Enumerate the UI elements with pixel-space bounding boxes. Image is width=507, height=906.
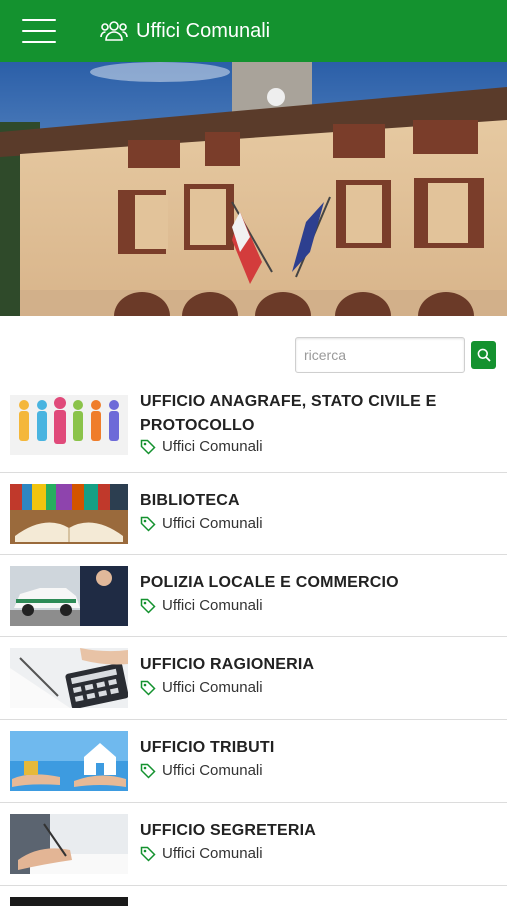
- item-title: UFFICIO TRIBUTI: [140, 739, 275, 756]
- calculator-image: [10, 648, 128, 708]
- tag-icon: [140, 516, 156, 532]
- people-figures-image: [10, 395, 128, 455]
- item-category: Uffici Comunali: [140, 438, 263, 455]
- item-title: POLIZIA LOCALE E COMMERCIO: [140, 574, 399, 591]
- item-title: UFFICIO RAGIONERIA: [140, 656, 315, 673]
- item-category: Uffici Comunali: [140, 845, 263, 862]
- tag-icon: [140, 439, 156, 455]
- police-car-image: [10, 566, 128, 626]
- item-title: UFFICIO ANAGRAFE, STATO CIVILE E PROTOCO…: [140, 393, 437, 434]
- item-category-label: Uffici Comunali: [162, 438, 263, 455]
- search-bar: [295, 337, 496, 373]
- item-category: Uffici Comunali: [140, 597, 263, 614]
- page-title: Uffici Comunali: [136, 19, 271, 42]
- open-book-image: [10, 484, 128, 544]
- list-item[interactable]: UFFICIO TRIBUTI Uffici Comunali: [0, 720, 507, 803]
- search-input[interactable]: [295, 337, 465, 373]
- tag-icon: [140, 846, 156, 862]
- list-item[interactable]: BIBLIOTECA Uffici Comunali: [0, 473, 507, 555]
- town-hall-hero-image: [0, 62, 507, 316]
- list-item[interactable]: UFFICIO ANAGRAFE, STATO CIVILE E PROTOCO…: [0, 390, 507, 473]
- item-category-label: Uffici Comunali: [162, 515, 263, 532]
- item-category: Uffici Comunali: [140, 679, 263, 696]
- item-category-label: Uffici Comunali: [162, 597, 263, 614]
- tag-icon: [140, 598, 156, 614]
- partial-thumbnail-image: [10, 897, 128, 906]
- people-group-icon: [100, 21, 128, 41]
- item-title: BIBLIOTECA: [140, 492, 240, 509]
- item-category-label: Uffici Comunali: [162, 762, 263, 779]
- tag-icon: [140, 680, 156, 696]
- list-item[interactable]: POLIZIA LOCALE E COMMERCIO Uffici Comuna…: [0, 555, 507, 637]
- search-button[interactable]: [471, 341, 496, 369]
- item-title: UFFICIO SEGRETERIA: [140, 822, 317, 839]
- hamburger-menu-icon[interactable]: [22, 19, 56, 43]
- tag-icon: [140, 763, 156, 779]
- item-category-label: Uffici Comunali: [162, 679, 263, 696]
- house-coins-image: [10, 731, 128, 791]
- app-bar: Uffici Comunali: [0, 0, 507, 62]
- list-item[interactable]: UFFICIO RAGIONERIA Uffici Comunali: [0, 637, 507, 720]
- item-category-label: Uffici Comunali: [162, 845, 263, 862]
- item-category: Uffici Comunali: [140, 515, 263, 532]
- list-item[interactable]: [0, 886, 507, 906]
- list-item[interactable]: UFFICIO SEGRETERIA Uffici Comunali: [0, 803, 507, 886]
- office-list: UFFICIO ANAGRAFE, STATO CIVILE E PROTOCO…: [0, 390, 507, 906]
- search-icon: [477, 348, 491, 362]
- item-category: Uffici Comunali: [140, 762, 263, 779]
- writing-hand-image: [10, 814, 128, 874]
